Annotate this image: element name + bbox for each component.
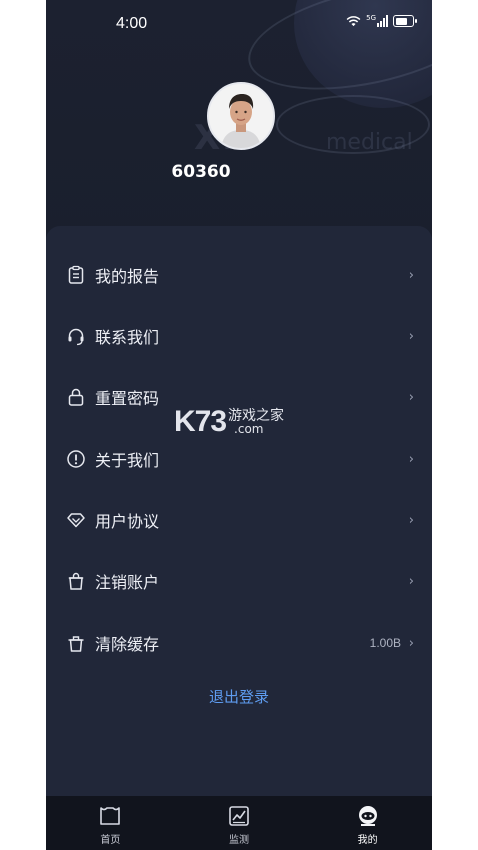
chevron-right-icon: › <box>408 389 414 405</box>
lock-icon <box>68 388 84 406</box>
menu-item-label: 关于我们 <box>95 451 160 470</box>
chevron-right-icon: › <box>408 573 414 589</box>
logout-button[interactable]: 退出登录 <box>46 686 432 707</box>
menu-item-label: 重置密码 <box>95 389 160 408</box>
menu-item-label: 清除缓存 <box>95 635 160 654</box>
network-type-label: 5G <box>366 14 376 22</box>
bag-icon <box>68 572 84 590</box>
chevron-right-icon: › <box>408 267 414 283</box>
site-watermark-name: 游戏之家 <box>228 408 285 424</box>
tab-label: 我的 <box>357 835 378 846</box>
tab-label: 监测 <box>229 835 249 846</box>
diamond-icon <box>67 513 85 528</box>
menu-item-clear-cache[interactable]: 清除缓存 1.00B › <box>46 623 432 663</box>
chevron-right-icon: › <box>408 451 414 467</box>
menu-item-contact-us[interactable]: 联系我们 › <box>46 316 432 356</box>
wifi-icon <box>346 16 361 27</box>
menu-item-about-us[interactable]: 关于我们 › <box>46 439 432 479</box>
menu-item-label: 注销账户 <box>95 573 160 592</box>
profile-icon <box>358 806 377 826</box>
status-icons: 5G <box>346 14 417 27</box>
clipboard-icon <box>68 265 84 284</box>
chart-icon <box>229 806 249 826</box>
brand-watermark-text: medical <box>326 130 413 155</box>
bottom-tab-bar: 首页 监测 我的 <box>46 796 432 850</box>
menu-item-my-reports[interactable]: 我的报告 › <box>46 255 432 295</box>
app-screen: XK medical 4:00 5G <box>46 0 432 850</box>
site-watermark-domain: .com <box>234 422 264 436</box>
avatar-photo <box>209 84 273 148</box>
signal-icon <box>377 15 388 27</box>
chevron-right-icon: › <box>408 328 414 344</box>
profile-header: XK medical 4:00 5G <box>46 0 432 250</box>
site-watermark: K73 游戏之家 .com <box>174 405 284 439</box>
cache-size-value: 1.00B <box>369 636 401 650</box>
tab-monitor[interactable]: 监测 <box>175 796 304 850</box>
menu-item-user-agreement[interactable]: 用户协议 › <box>46 500 432 540</box>
username: 60360 <box>171 162 231 182</box>
status-time: 4:00 <box>116 15 148 32</box>
chevron-right-icon: › <box>408 635 414 651</box>
battery-icon <box>393 15 417 27</box>
menu-item-label: 用户协议 <box>95 512 160 531</box>
site-watermark-brand: K73 <box>174 405 227 438</box>
trash-icon <box>68 636 84 652</box>
avatar[interactable] <box>207 82 275 150</box>
menu-item-label: 我的报告 <box>95 267 160 286</box>
home-icon <box>100 807 121 825</box>
tab-mine[interactable]: 我的 <box>303 796 432 850</box>
tab-home[interactable]: 首页 <box>46 796 175 850</box>
menu-item-delete-account[interactable]: 注销账户 › <box>46 561 432 601</box>
headset-icon <box>68 328 84 346</box>
chevron-right-icon: › <box>408 512 414 528</box>
tab-label: 首页 <box>100 835 121 846</box>
info-icon <box>67 450 85 468</box>
menu-item-label: 联系我们 <box>95 328 160 347</box>
